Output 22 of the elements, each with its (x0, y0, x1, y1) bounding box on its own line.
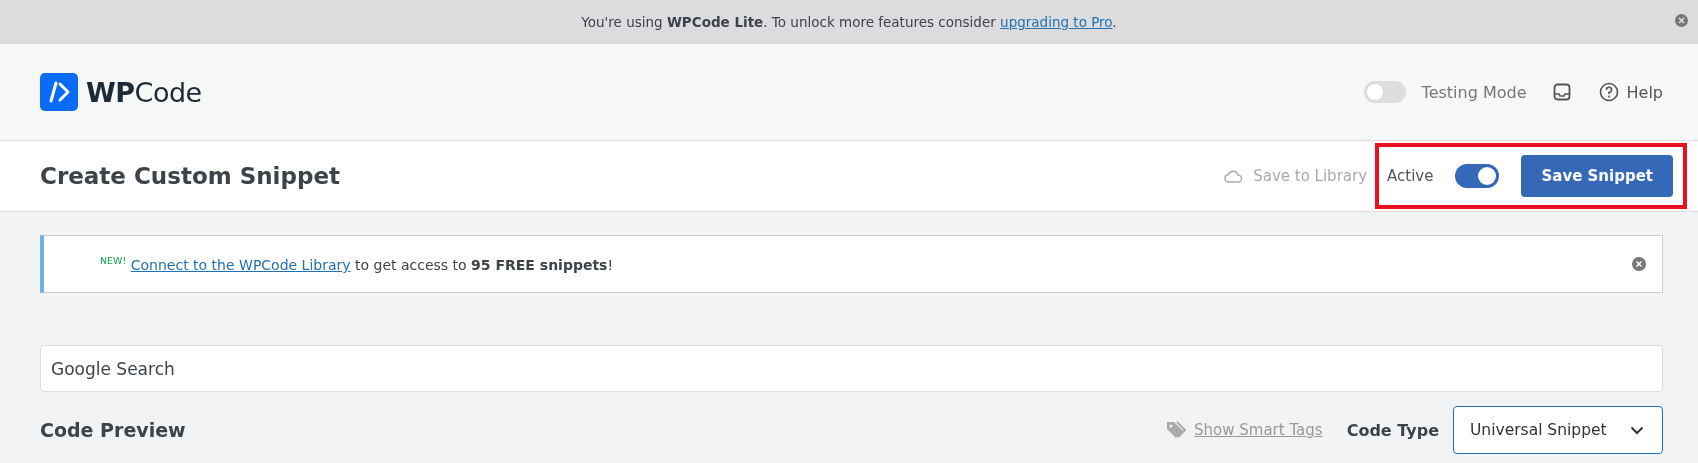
active-label: Active (1387, 167, 1434, 185)
help-link[interactable]: Help (1598, 82, 1663, 102)
testing-mode-label: Testing Mode (1421, 82, 1527, 102)
chevron-down-icon (1630, 425, 1644, 435)
promo-message: You're using WPCode Lite. To unlock more features consider upgrading to Pro. (581, 14, 1117, 30)
close-icon[interactable] (1632, 257, 1646, 271)
logo-icon (40, 73, 78, 111)
cloud-icon (1223, 169, 1244, 183)
code-type-label: Code Type (1346, 420, 1439, 440)
code-type-select[interactable]: Universal Snippet (1453, 406, 1663, 454)
testing-mode-toggle[interactable] (1363, 81, 1406, 103)
snippet-title-field[interactable]: Google Search (40, 345, 1663, 392)
page-title: Create Custom Snippet (40, 163, 340, 189)
notice-message: $^{NEW!}$ Connect to the WPCode Library to get access to 95 FREE snippets! (100, 255, 614, 273)
active-toggle[interactable] (1455, 164, 1500, 188)
section-heading: Code Preview (40, 419, 186, 441)
library-link[interactable]: Connect to the WPCode Library (130, 256, 351, 273)
close-icon[interactable] (1675, 14, 1688, 27)
inbox-icon[interactable] (1552, 83, 1571, 101)
save-snippet-button[interactable]: Save Snippet (1521, 155, 1673, 197)
help-icon (1598, 82, 1619, 102)
logo-text: WPCode (86, 76, 202, 108)
